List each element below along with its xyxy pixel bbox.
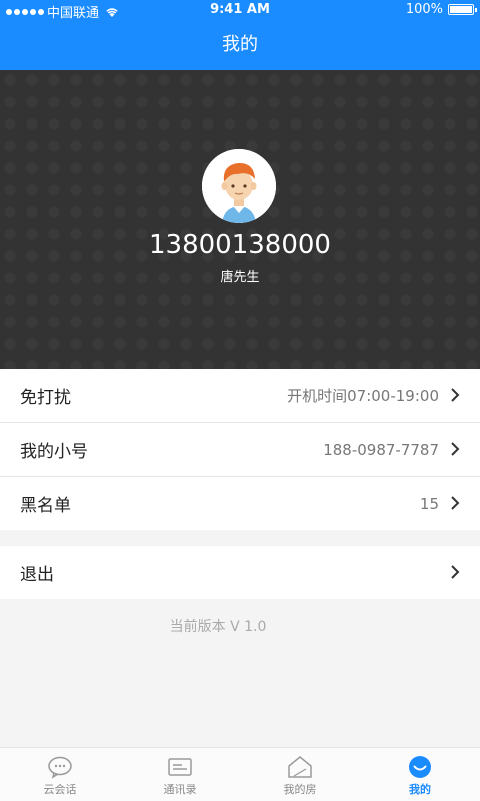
tab-label: 我的: [409, 783, 431, 796]
blacklist-label: 黑名单: [20, 496, 71, 516]
chevron-right-icon: [451, 388, 460, 402]
chevron-right-icon: [451, 565, 460, 579]
dnd-value: 开机时间07:00-19:00: [287, 387, 439, 405]
blacklist-count: 15: [419, 494, 439, 513]
logout-label: 退出: [20, 565, 54, 585]
dnd-label: 免打扰: [20, 388, 71, 408]
version-text: 当前版本 V 1.0: [169, 619, 267, 635]
tab-label: 我的房: [283, 783, 317, 796]
tab-me[interactable]: 我的: [360, 748, 480, 801]
contact-card-icon: [168, 758, 192, 776]
profile-icon: [409, 756, 431, 778]
tab-cloud-chat[interactable]: 云会话: [0, 748, 120, 801]
chevron-right-icon: [451, 442, 460, 456]
profile-header: 13800138000 唐先生: [0, 70, 480, 369]
tab-my-house[interactable]: 我的房: [240, 748, 360, 801]
chat-bubble-icon: [48, 756, 72, 779]
settings-list: 免打扰 开机时间07:00-19:00 我的小号 188-0987-7787 黑…: [0, 369, 480, 530]
logout-list: 退出: [0, 546, 480, 599]
small-number-value: 188-0987-7787: [323, 440, 439, 459]
profile-phone: 13800138000: [149, 230, 331, 260]
avatar-icon: [202, 149, 276, 223]
dnd-row[interactable]: 免打扰 开机时间07:00-19:00: [0, 369, 480, 423]
logout-row[interactable]: 退出: [0, 546, 480, 599]
status-bar: 中国联通 9:41 AM 100%: [0, 0, 480, 21]
avatar[interactable]: [202, 149, 276, 223]
battery-group: 100%: [405, 2, 477, 17]
page-title: 我的: [0, 20, 480, 70]
tab-label: 通讯录: [163, 783, 197, 796]
small-number-row[interactable]: 我的小号 188-0987-7787: [0, 423, 480, 477]
tab-bar: 云会话 通讯录 我的房 我的: [0, 747, 480, 801]
profile-name: 唐先生: [220, 270, 260, 285]
chevron-right-icon: [451, 496, 460, 510]
small-number-label: 我的小号: [20, 442, 88, 462]
blacklist-row[interactable]: 黑名单 15: [0, 477, 480, 530]
tab-label: 云会话: [43, 783, 77, 796]
battery-icon: [448, 4, 477, 15]
tab-contacts[interactable]: 通讯录: [120, 748, 240, 801]
house-icon: [288, 756, 312, 778]
battery-percent: 100%: [405, 2, 443, 17]
